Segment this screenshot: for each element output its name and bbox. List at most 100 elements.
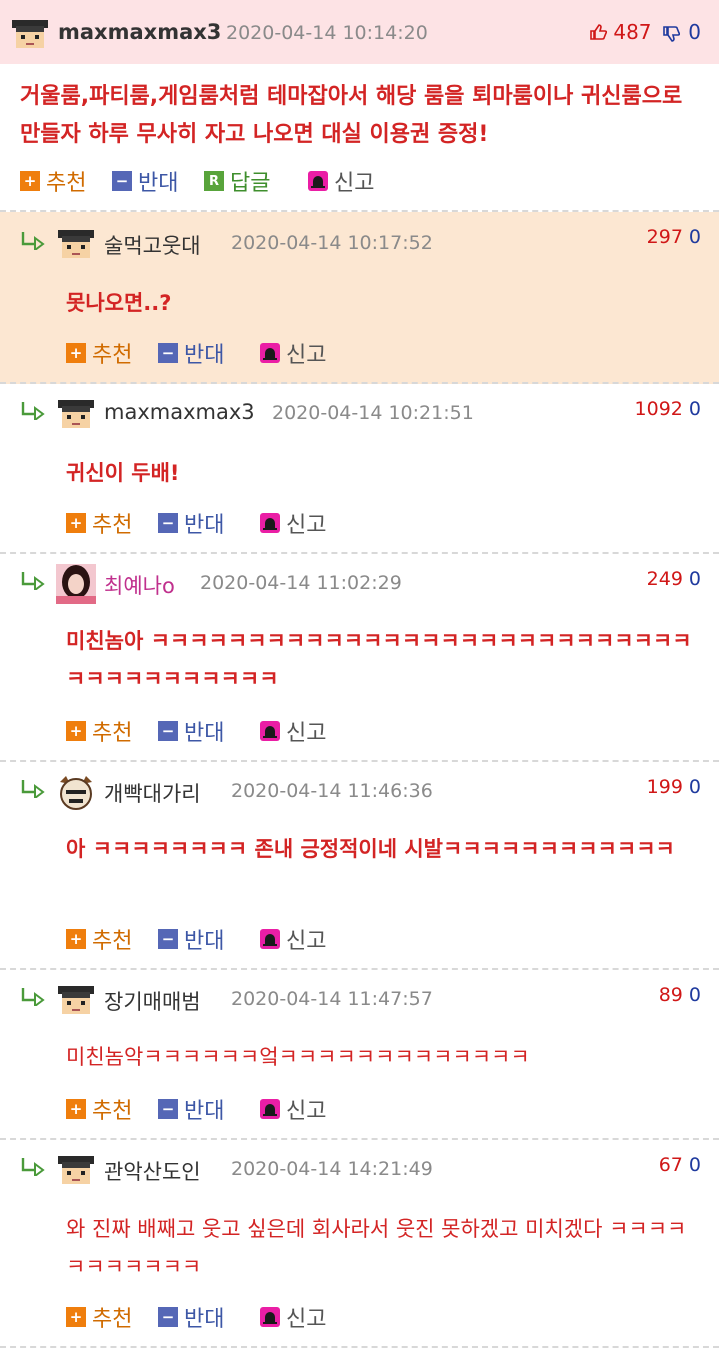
report-button[interactable]: 신고 [260, 338, 326, 368]
avatar-icon [12, 20, 48, 48]
minus-icon: − [112, 171, 132, 191]
report-button[interactable]: 신고 [260, 716, 326, 746]
comment-main: maxmaxmax3 2020-04-14 10:14:20 487 0 거울룸… [0, 0, 719, 212]
comment-text: 미친놈아 ㅋㅋㅋㅋㅋㅋㅋㅋㅋㅋㅋㅋㅋㅋㅋㅋㅋㅋㅋㅋㅋㅋㅋㅋㅋㅋㅋㅋㅋㅋㅋㅋㅋㅋㅋ… [66, 629, 692, 691]
vote-score: 297 0 [647, 226, 701, 248]
siren-icon [260, 513, 280, 533]
report-button[interactable]: 신고 [260, 508, 326, 538]
recommend-button[interactable]: + 추천 [66, 508, 132, 538]
comment-text: 와 진짜 배째고 웃고 싶은데 회사라서 웃진 못하겠고 미치겠다 ㅋㅋㅋㅋㅋㅋ… [66, 1217, 687, 1279]
recommend-button[interactable]: + 추천 [66, 1302, 132, 1332]
reply-arrow-icon [21, 1158, 45, 1176]
comment-author[interactable]: 최예나o [104, 570, 175, 600]
report-button[interactable]: 신고 [308, 166, 374, 196]
reply-comment: 술먹고웃대 2020-04-14 10:17:52 297 0 못나오면..? +… [0, 212, 719, 384]
comment-date: 2020-04-14 11:02:29 [200, 572, 402, 594]
oppose-button[interactable]: − 반대 [158, 338, 224, 368]
upvote-count: 487 [613, 20, 652, 44]
comment-date: 2020-04-14 10:14:20 [226, 22, 428, 44]
comment-text: 귀신이 두배! [66, 461, 180, 485]
comment-actions: + 추천 − 반대 신고 [66, 1094, 366, 1124]
plus-icon: + [66, 721, 86, 741]
recommend-button[interactable]: + 추천 [66, 1094, 132, 1124]
vote-score: 249 0 [647, 568, 701, 590]
upvote-count: 297 [646, 226, 683, 248]
downvote-count: 0 [688, 776, 701, 798]
report-button[interactable]: 신고 [260, 924, 326, 954]
recommend-button[interactable]: + 추천 [20, 166, 86, 196]
report-button[interactable]: 신고 [260, 1094, 326, 1124]
upvote-count: 1092 [634, 398, 683, 420]
comment-date: 2020-04-14 11:47:57 [231, 988, 433, 1010]
reply-comment: maxmaxmax3 2020-04-14 10:21:51 1092 0 귀신이… [0, 384, 719, 554]
comment-date: 2020-04-14 11:46:36 [231, 780, 433, 802]
comment-text: 아 ㅋㅋㅋㅋㅋㅋㅋㅋ 존내 긍정적이네 시발ㅋㅋㅋㅋㅋㅋㅋㅋㅋㅋㅋㅋ [66, 837, 675, 861]
oppose-button[interactable]: − 반대 [112, 166, 178, 196]
vote-score: 1092 0 [635, 398, 701, 420]
plus-icon: + [66, 929, 86, 949]
reply-arrow-icon [21, 572, 45, 590]
downvote-count: 0 [688, 226, 701, 248]
thumbs-up-icon[interactable] [589, 23, 608, 41]
siren-icon [308, 171, 328, 191]
comment-author[interactable]: maxmaxmax3 [58, 20, 221, 44]
vote-score: 199 0 [647, 776, 701, 798]
reply-arrow-icon [21, 402, 45, 420]
siren-icon [260, 929, 280, 949]
downvote-count: 0 [688, 20, 701, 44]
plus-icon: + [66, 343, 86, 363]
comment-date: 2020-04-14 14:21:49 [231, 1158, 433, 1180]
plus-icon: + [66, 1099, 86, 1119]
vote-score: 487 0 [589, 20, 701, 44]
upvote-count: 249 [646, 568, 683, 590]
comment-date: 2020-04-14 10:21:51 [272, 402, 474, 424]
oppose-button[interactable]: − 반대 [158, 716, 224, 746]
comment-text: 미친놈악ㅋㅋㅋㅋㅋㅋ엌ㅋㅋㅋㅋㅋㅋㅋㅋㅋㅋㅋㅋㅋ [66, 1045, 530, 1069]
upvote-count: 199 [646, 776, 683, 798]
vote-score: 67 0 [659, 1154, 701, 1176]
comment-author[interactable]: maxmaxmax3 [104, 400, 255, 424]
comment-author[interactable]: 관악산도인 [104, 1156, 201, 1186]
oppose-button[interactable]: − 반대 [158, 1302, 224, 1332]
downvote-count: 0 [688, 398, 701, 420]
minus-icon: − [158, 929, 178, 949]
avatar-animal-icon [60, 776, 92, 810]
plus-icon: + [66, 1307, 86, 1327]
comment-author[interactable]: 장기매매범 [104, 986, 201, 1016]
minus-icon: − [158, 1307, 178, 1327]
reply-comment: 개빡대가리 2020-04-14 11:46:36 199 0 아 ㅋㅋㅋㅋㅋㅋㅋ… [0, 762, 719, 970]
siren-icon [260, 721, 280, 741]
reply-comment: 장기매매범 2020-04-14 11:47:57 89 0 미친놈악ㅋㅋㅋㅋㅋㅋ… [0, 970, 719, 1140]
thumbs-down-icon[interactable] [662, 25, 681, 43]
comment-author[interactable]: 개빡대가리 [104, 778, 201, 808]
comment-actions: + 추천 − 반대 신고 [66, 338, 366, 368]
reply-arrow-icon [21, 988, 45, 1006]
siren-icon [260, 1307, 280, 1327]
comment-actions: + 추천 − 반대 신고 [66, 716, 366, 746]
comment-text: 거울룸,파티룸,게임룸처럼 테마잡아서 해당 룸을 퇴마룸이나 귀신룸으로 만들… [20, 84, 683, 147]
reply-arrow-icon [21, 780, 45, 798]
vote-score: 89 0 [659, 984, 701, 1006]
comment-actions: + 추천 − 반대 신고 [66, 1302, 366, 1332]
reply-comment: 최예나o 2020-04-14 11:02:29 249 0 미친놈아 ㅋㅋㅋㅋㅋ… [0, 554, 719, 762]
recommend-button[interactable]: + 추천 [66, 338, 132, 368]
minus-icon: − [158, 343, 178, 363]
downvote-count: 0 [688, 1154, 701, 1176]
avatar-icon [58, 1156, 94, 1184]
comment-author[interactable]: 술먹고웃대 [104, 230, 201, 260]
reply-icon: R [204, 171, 224, 191]
report-button[interactable]: 신고 [260, 1302, 326, 1332]
avatar-icon [58, 230, 94, 258]
recommend-button[interactable]: + 추천 [66, 716, 132, 746]
reply-button[interactable]: R 답글 [204, 166, 270, 196]
oppose-button[interactable]: − 반대 [158, 924, 224, 954]
oppose-button[interactable]: − 반대 [158, 1094, 224, 1124]
plus-icon: + [20, 171, 40, 191]
oppose-button[interactable]: − 반대 [158, 508, 224, 538]
minus-icon: − [158, 1099, 178, 1119]
recommend-button[interactable]: + 추천 [66, 924, 132, 954]
minus-icon: − [158, 513, 178, 533]
upvote-count: 67 [658, 1154, 683, 1176]
comment-actions: + 추천 − 반대 R 답글 신고 [20, 166, 420, 196]
siren-icon [260, 1099, 280, 1119]
